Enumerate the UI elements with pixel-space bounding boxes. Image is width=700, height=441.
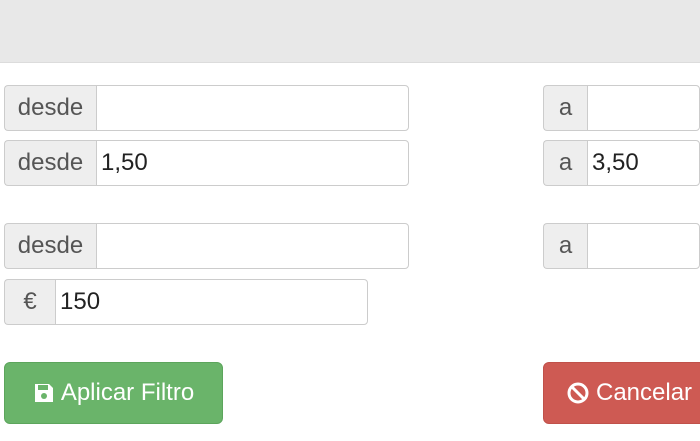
price-group: € (4, 279, 368, 325)
to-input-2[interactable] (587, 140, 700, 186)
price-input[interactable] (55, 279, 368, 325)
from-label-1: desde (4, 85, 96, 131)
range-from-group-2: desde (4, 140, 409, 186)
to-label-2: a (543, 140, 587, 186)
range-to-group-2: a (543, 140, 700, 186)
to-label-1: a (543, 85, 587, 131)
from-label-2: desde (4, 140, 96, 186)
modal-header-bar (0, 0, 700, 63)
from-input-3[interactable] (96, 223, 409, 269)
from-label-3: desde (4, 223, 96, 269)
ban-icon (567, 382, 589, 404)
range-from-group-3: desde (4, 223, 409, 269)
range-from-group-1: desde (4, 85, 409, 131)
apply-filter-label: Aplicar Filtro (60, 379, 195, 406)
to-label-3: a (543, 223, 587, 269)
from-input-1[interactable] (96, 85, 409, 131)
save-icon (34, 384, 53, 402)
from-input-2[interactable] (96, 140, 409, 186)
range-to-group-3: a (543, 223, 700, 269)
to-input-1[interactable] (587, 85, 700, 131)
range-to-group-1: a (543, 85, 700, 131)
to-input-3[interactable] (587, 223, 700, 269)
apply-filter-button[interactable]: Aplicar Filtro (4, 362, 223, 424)
currency-label: € (4, 279, 55, 325)
cancel-button[interactable]: Cancelar (543, 362, 700, 424)
cancel-label: Cancelar (596, 379, 693, 406)
